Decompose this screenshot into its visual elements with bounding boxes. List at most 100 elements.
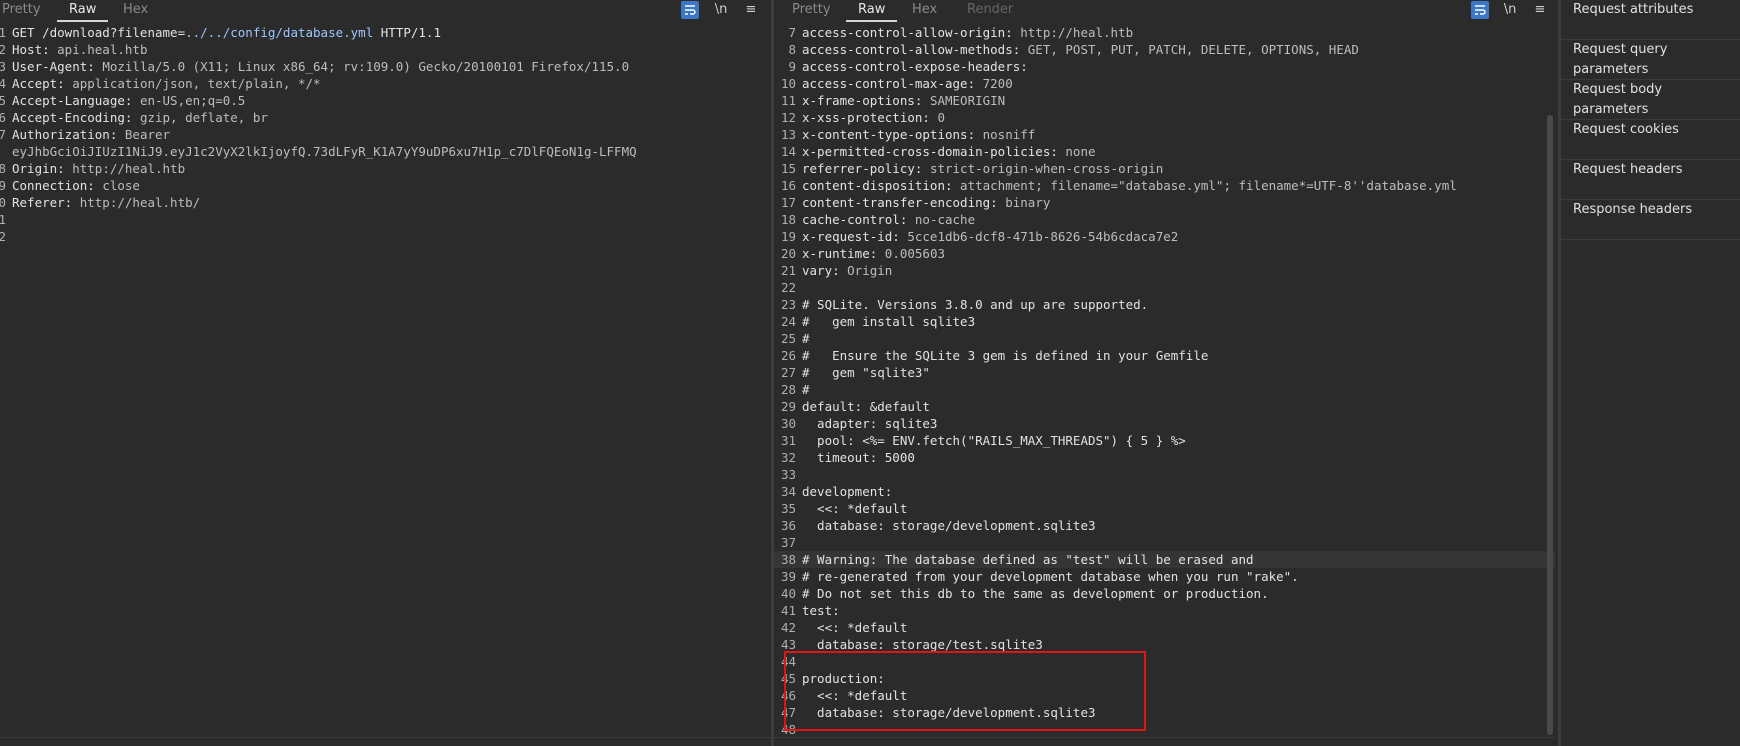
inspector-request-body-parameters[interactable]: Request body parameters — [1561, 80, 1740, 120]
code-token: development: — [802, 484, 893, 499]
menu-icon[interactable]: ≡ — [742, 1, 760, 19]
line-number: 36 — [780, 518, 796, 533]
request-line[interactable]: 2 — [0, 228, 771, 245]
request-line[interactable]: 6 Accept-Encoding: gzip, deflate, br — [0, 109, 771, 126]
inspector-request-attributes[interactable]: Request attributes — [1561, 0, 1740, 40]
response-line[interactable]: 32 timeout: 5000 — [774, 449, 1555, 466]
line-text: vary: Origin — [802, 262, 892, 279]
line-text: database: storage/development.sqlite3 — [802, 517, 1096, 534]
response-line[interactable]: 34 development: — [774, 483, 1555, 500]
request-line[interactable]: eyJhbGciOiJIUzI1NiJ9.eyJ1c2VyX2lkIjoyfQ.… — [0, 143, 771, 160]
line-text: Referer: http://heal.htb/ — [12, 194, 200, 211]
code-token: Mozilla/5.0 (X11; Linux x86_64; rv:109.0… — [102, 59, 630, 74]
request-tab-hex[interactable]: Hex — [123, 0, 148, 22]
code-token: User-Agent: — [12, 59, 103, 74]
request-line[interactable]: 2 Host: api.heal.htb — [0, 41, 771, 58]
response-line[interactable]: 40 # Do not set this db to the same as de… — [774, 585, 1555, 602]
line-text: x-frame-options: SAMEORIGIN — [802, 92, 1005, 109]
response-line[interactable]: 22 — [774, 279, 1555, 296]
request-line[interactable]: 3 User-Agent: Mozilla/5.0 (X11; Linux x86… — [0, 58, 771, 75]
response-line[interactable]: 20 x-runtime: 0.005603 — [774, 245, 1555, 262]
response-line[interactable]: 13 x-content-type-options: nosniff — [774, 126, 1555, 143]
line-number: 34 — [780, 484, 796, 499]
line-number: 8 — [0, 161, 6, 176]
line-number: 9 — [0, 178, 6, 193]
request-line[interactable]: 1 — [0, 211, 771, 228]
response-line[interactable]: 16 content-disposition: attachment; filen… — [774, 177, 1555, 194]
line-number: 25 — [780, 331, 796, 346]
response-line[interactable]: 27 # gem "sqlite3" — [774, 364, 1555, 381]
response-tab-pretty[interactable]: Pretty — [792, 0, 831, 22]
inspector-request-query-parameters[interactable]: Request query parameters — [1561, 40, 1740, 80]
response-line[interactable]: 14 x-permitted-cross-domain-policies: non… — [774, 143, 1555, 160]
code-token: <<: *default — [802, 501, 908, 516]
response-line[interactable]: 11 x-frame-options: SAMEORIGIN — [774, 92, 1555, 109]
wrap-lines-icon[interactable] — [681, 1, 699, 19]
request-horizontal-scrollbar[interactable] — [0, 737, 771, 746]
response-line[interactable]: 8 access-control-allow-methods: GET, POST… — [774, 41, 1555, 58]
response-line[interactable]: 25 # — [774, 330, 1555, 347]
code-token: en-US,en;q=0.5 — [139, 93, 246, 108]
request-editor[interactable]: 1 GET /download?filename=../../config/dat… — [0, 24, 771, 736]
response-line[interactable]: 33 — [774, 466, 1555, 483]
response-line[interactable]: 15 referrer-policy: strict-origin-when-cr… — [774, 160, 1555, 177]
response-line[interactable]: 30 adapter: sqlite3 — [774, 415, 1555, 432]
code-token: eyJhbGciOiJIUzI1NiJ9.eyJ1c2VyX2lkIjoyfQ.… — [12, 144, 637, 159]
response-line[interactable]: 31 pool: <%= ENV.fetch("RAILS_MAX_THREAD… — [774, 432, 1555, 449]
response-tab-render[interactable]: Render — [967, 0, 1013, 22]
line-number: 12 — [780, 110, 796, 125]
inspector-response-headers[interactable]: Response headers — [1561, 200, 1740, 240]
response-line[interactable]: 17 content-transfer-encoding: binary — [774, 194, 1555, 211]
line-text: # Ensure the SQLite 3 gem is defined in … — [802, 347, 1208, 364]
highlight-annotation-box — [784, 651, 1146, 731]
response-pane: Pretty Raw Hex Render \n ≡ 7 access-contr… — [774, 0, 1555, 746]
request-line[interactable]: 0 Referer: http://heal.htb/ — [0, 194, 771, 211]
response-line[interactable]: 12 x-xss-protection: 0 — [774, 109, 1555, 126]
response-editor[interactable]: 7 access-control-allow-origin: http://hea… — [774, 24, 1555, 736]
line-text: access-control-max-age: 7200 — [802, 75, 1013, 92]
line-text: # gem "sqlite3" — [802, 364, 930, 381]
response-line[interactable]: 10 access-control-max-age: 7200 — [774, 75, 1555, 92]
response-line[interactable]: 7 access-control-allow-origin: http://hea… — [774, 24, 1555, 41]
response-line[interactable]: 26 # Ensure the SQLite 3 gem is defined i… — [774, 347, 1555, 364]
response-line[interactable]: 24 # gem install sqlite3 — [774, 313, 1555, 330]
line-number: 4 — [0, 76, 6, 91]
request-line[interactable]: 1 GET /download?filename=../../config/dat… — [0, 24, 771, 41]
request-line[interactable]: 4 Accept: application/json, text/plain, *… — [0, 75, 771, 92]
show-newlines-button[interactable]: \n — [1501, 1, 1519, 19]
menu-icon[interactable]: ≡ — [1531, 1, 1549, 19]
request-line[interactable]: 9 Connection: close — [0, 177, 771, 194]
response-line[interactable]: 41 test: — [774, 602, 1555, 619]
response-line[interactable]: 28 # — [774, 381, 1555, 398]
response-line[interactable]: 39 # re-generated from your development d… — [774, 568, 1555, 585]
response-line[interactable]: 35 <<: *default — [774, 500, 1555, 517]
show-newlines-button[interactable]: \n — [712, 1, 730, 19]
response-vertical-scrollbar[interactable] — [1547, 115, 1553, 735]
response-line[interactable]: 21 vary: Origin — [774, 262, 1555, 279]
wrap-lines-icon[interactable] — [1471, 1, 1489, 19]
code-token: 7200 — [982, 76, 1013, 91]
response-line[interactable]: 37 — [774, 534, 1555, 551]
response-line[interactable]: 19 x-request-id: 5cce1db6-dcf8-471b-8626-… — [774, 228, 1555, 245]
response-line[interactable]: 18 cache-control: no-cache — [774, 211, 1555, 228]
code-token: # Do not set this db to the same as deve… — [802, 586, 1269, 601]
code-token: database: storage/development.sqlite3 — [802, 518, 1096, 533]
request-line[interactable]: 5 Accept-Language: en-US,en;q=0.5 — [0, 92, 771, 109]
inspector-request-headers[interactable]: Request headers — [1561, 160, 1740, 200]
request-tab-pretty[interactable]: Pretty — [2, 0, 41, 22]
response-line[interactable]: 9 access-control-expose-headers: — [774, 58, 1555, 75]
response-line[interactable]: 36 database: storage/development.sqlite3 — [774, 517, 1555, 534]
request-line[interactable]: 8 Origin: http://heal.htb — [0, 160, 771, 177]
request-tab-raw[interactable]: Raw — [56, 0, 109, 22]
response-line[interactable]: 42 <<: *default — [774, 619, 1555, 636]
response-tab-raw[interactable]: Raw — [845, 0, 898, 22]
line-number: 5 — [0, 93, 6, 108]
response-line[interactable]: 38 # Warning: The database defined as "te… — [774, 551, 1555, 568]
response-tab-hex[interactable]: Hex — [912, 0, 937, 22]
response-line[interactable]: 23 # SQLite. Versions 3.8.0 and up are su… — [774, 296, 1555, 313]
line-number: 0 — [0, 195, 6, 210]
response-line[interactable]: 29 default: &default — [774, 398, 1555, 415]
response-horizontal-scrollbar[interactable] — [774, 737, 1555, 746]
request-line[interactable]: 7 Authorization: Bearer — [0, 126, 771, 143]
inspector-request-cookies[interactable]: Request cookies — [1561, 120, 1740, 160]
